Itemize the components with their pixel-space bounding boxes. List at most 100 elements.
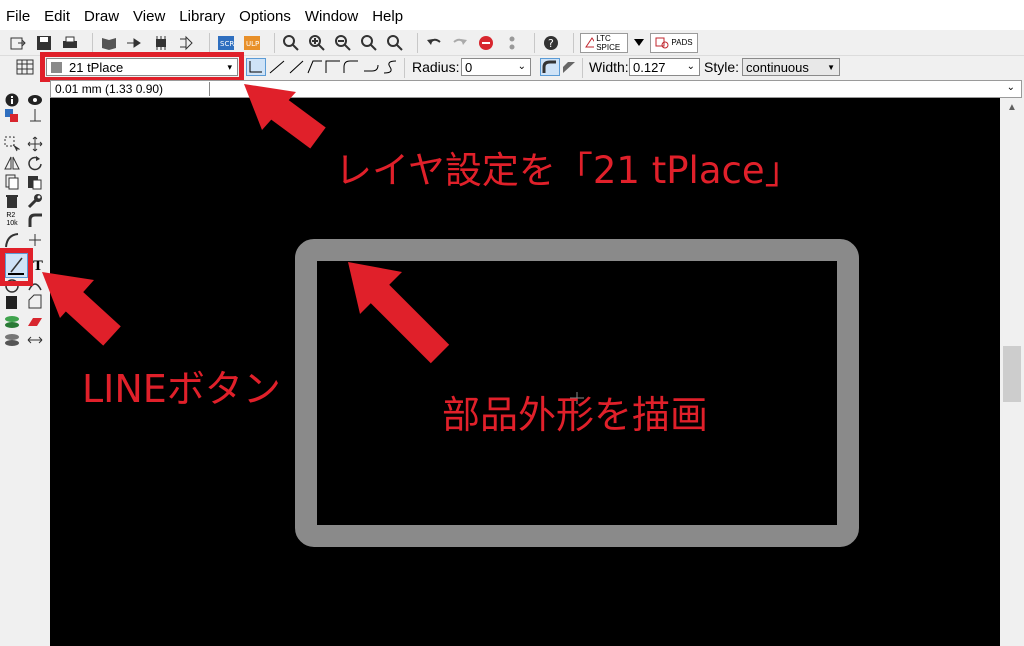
menu-bar: File Edit Draw View Library Options Wind… [0,0,1024,32]
go-icon[interactable] [502,33,522,53]
scroll-up-icon[interactable]: ▲ [1007,102,1017,113]
bend-style-curve-icon[interactable] [382,59,400,78]
miter-round-icon[interactable] [540,58,560,76]
switch-schematic-icon[interactable] [125,33,145,53]
zoom-fit-icon[interactable] [281,33,301,53]
toolbar-divider [573,32,574,53]
cam-icon[interactable]: SCR [216,33,236,53]
chevron-down-icon: ⌄ [517,61,526,72]
tool-palette: R2 10k T [0,88,50,646]
ltspice-button[interactable]: LTC SPICE [580,32,628,53]
miter-tool-icon[interactable] [27,212,43,228]
chevron-down-icon: ⌄ [1006,82,1015,93]
help-icon[interactable]: ? [541,33,561,53]
svg-text:?: ? [548,37,554,50]
copy-icon[interactable] [4,174,20,190]
rectangle-tool-icon[interactable] [4,294,20,310]
zoom-redraw-icon[interactable] [359,33,379,53]
ulp-icon[interactable]: ULP [242,33,262,53]
zoom-select-icon[interactable] [385,33,405,53]
layer-select[interactable]: 21 tPlace ▾ [46,58,238,76]
rotate-icon[interactable] [27,155,43,171]
redo-icon[interactable] [450,33,470,53]
bend-style-arc-reverse-icon[interactable] [362,59,380,78]
print-icon[interactable] [60,33,80,53]
style-label: Style: [704,59,740,75]
menu-window[interactable]: Window [305,8,358,25]
layer-select-value: 21 tPlace [69,59,124,75]
coordinate-readout: 0.01 mm (1.33 0.90) [55,82,164,96]
paste-icon[interactable] [27,174,43,190]
miter-straight-icon[interactable] [560,59,578,78]
smd-tool-icon[interactable] [27,314,43,330]
polygon-tool-icon[interactable] [27,294,43,310]
optimize-icon[interactable] [27,232,43,248]
scrollbar-thumb[interactable] [1003,346,1021,402]
library-book-icon[interactable] [99,33,119,53]
delete-icon[interactable] [4,193,20,209]
pad-tool-icon[interactable] [4,314,20,330]
line-tool-icon [8,257,24,275]
save-icon[interactable] [34,33,54,53]
width-field[interactable]: 0.127 ⌄ [629,58,700,76]
command-divider [209,82,210,96]
split-icon[interactable] [4,232,20,248]
dimension-tool-icon[interactable] [27,332,43,348]
symbol-icon[interactable] [177,33,197,53]
menu-draw[interactable]: Draw [84,8,119,25]
stop-icon[interactable] [476,33,496,53]
width-label: Width: [589,59,629,75]
info-icon[interactable] [4,92,20,108]
move-icon[interactable] [27,136,43,152]
width-value: 0.127 [633,59,666,75]
line-tool-button[interactable] [5,253,28,278]
eagle-window: File Edit Draw View Library Options Wind… [0,0,1024,646]
command-line[interactable]: 0.01 mm (1.33 0.90) ⌄ [50,80,1022,98]
layer-display-icon[interactable] [4,108,20,124]
pads-icon [655,37,669,48]
layer-color-swatch [51,61,62,73]
toolbar-divider [92,32,93,53]
menu-file[interactable]: File [6,8,30,25]
style-value: continuous [746,59,809,75]
toolbar-divider [534,32,535,53]
menu-edit[interactable]: Edit [44,8,70,25]
bend-style-selected-icon[interactable] [246,58,266,76]
bend-style-arc-icon[interactable] [342,59,360,78]
zoom-out-icon[interactable] [333,33,353,53]
zoom-in-icon[interactable] [307,33,327,53]
name-value-icon-glyph: R2 10k [6,212,18,227]
chevron-down-icon: ⌄ [686,61,695,72]
svg-text:SCR: SCR [220,40,234,48]
dropdown-arrow-icon[interactable] [634,33,644,53]
bend-style-right-angle-icon[interactable] [324,59,342,78]
grid-icon[interactable] [16,59,34,78]
show-eye-icon[interactable] [27,92,43,108]
open-icon[interactable] [8,33,28,53]
select-group-icon[interactable] [4,136,20,152]
bend-style-45-icon[interactable] [288,59,306,78]
package-icon[interactable] [151,33,171,53]
style-select[interactable]: continuous ▼ [742,58,840,76]
radius-field[interactable]: 0 ⌄ [461,58,531,76]
layer-annotation: レイヤ設定を「21 tPlace」 [335,149,802,192]
menu-view[interactable]: View [133,8,165,25]
mark-icon[interactable] [27,108,43,124]
menu-help[interactable]: Help [372,8,403,25]
pads-button[interactable]: PADS [650,32,698,53]
mirror-icon[interactable] [4,155,20,171]
name-value-icon[interactable]: R2 10k [4,212,20,228]
chevron-down-icon: ▼ [827,63,835,72]
vertical-scrollbar[interactable]: ▲ [1000,98,1024,646]
menu-options[interactable]: Options [239,8,291,25]
hole-tool-icon[interactable] [4,332,20,348]
ltspice-icon [585,36,595,47]
toolbar-divider [209,32,210,53]
bend-style-90-icon[interactable] [306,59,324,78]
radius-value: 0 [465,59,473,75]
undo-icon[interactable] [424,33,444,53]
change-wrench-icon[interactable] [27,193,43,209]
menu-library[interactable]: Library [179,8,225,25]
bend-style-diagonal-icon[interactable] [268,59,286,78]
ltspice-label: LTC SPICE [596,33,621,52]
